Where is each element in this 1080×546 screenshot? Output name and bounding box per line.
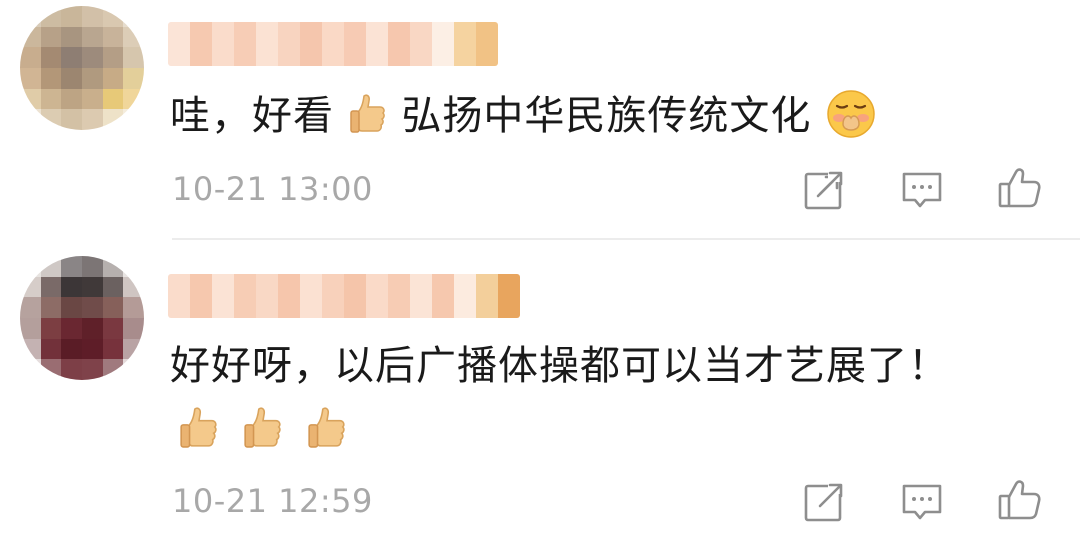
- comment-text: 好好呀，以后广播体操都可以当才艺展了！: [170, 343, 949, 389]
- thumbs-up-emoji-icon: [349, 94, 385, 133]
- thumbs-up-icon[interactable]: [996, 476, 1044, 524]
- comment-timestamp: 10-21 13:00: [172, 170, 373, 208]
- thumbs-up-emoji-icon: [308, 407, 345, 448]
- share-icon[interactable]: [800, 478, 848, 526]
- emoji-row: [178, 404, 348, 452]
- divider: [172, 238, 1080, 240]
- share-icon[interactable]: [800, 166, 848, 214]
- comment-timestamp: 10-21 12:59: [172, 482, 373, 520]
- thumbs-up-emoji-icon: [244, 407, 281, 448]
- comment-text: 哇，好看 弘扬中华民族传统文化: [170, 86, 877, 146]
- hushed-face-emoji-icon: [827, 90, 875, 138]
- thumbs-up-icon[interactable]: [996, 164, 1044, 212]
- thumbs-up-emoji-icon: [180, 407, 217, 448]
- comment-text-part: 弘扬中华民族传统文化: [401, 93, 812, 139]
- comment-text-part: 哇，好看: [170, 93, 334, 139]
- avatar[interactable]: [20, 6, 144, 130]
- username[interactable]: [168, 274, 520, 318]
- username[interactable]: [168, 22, 498, 66]
- comment-icon[interactable]: [898, 478, 946, 526]
- avatar[interactable]: [20, 256, 144, 380]
- comment-icon[interactable]: [898, 166, 946, 214]
